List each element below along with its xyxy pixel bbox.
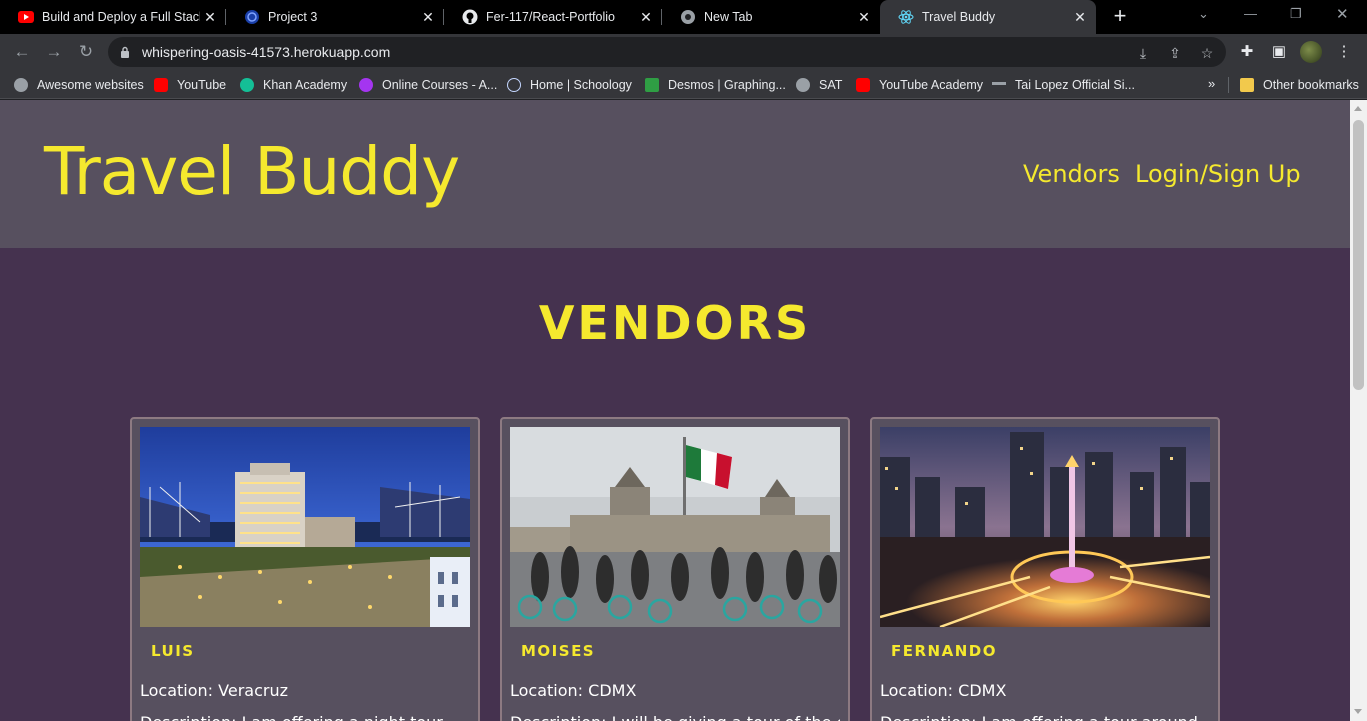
vendor-name: LUIS — [151, 642, 195, 660]
scroll-down-icon[interactable] — [1354, 709, 1362, 714]
tab-strip: Build and Deploy a Full Stack ✕ Project … — [0, 0, 1367, 34]
vendor-photo-cdmx-zocalo — [510, 427, 840, 627]
tab-new-tab[interactable]: New Tab ✕ — [662, 0, 880, 34]
bookmark-online-courses[interactable]: Online Courses - A... — [359, 76, 497, 94]
reload-icon[interactable]: ↻ — [76, 42, 96, 62]
page-viewport: Travel Buddy Vendors Login/Sign Up VENDO… — [0, 100, 1350, 721]
side-panel-icon[interactable]: ▣ — [1269, 42, 1289, 62]
tab-title: Build and Deploy a Full Stack — [42, 10, 200, 24]
url-text: whispering-oasis-41573.herokuapp.com — [142, 44, 391, 60]
bookmark-label: YouTube — [177, 78, 227, 92]
bookmark-awesome-websites[interactable]: Awesome websites — [14, 76, 144, 94]
bookmark-youtube[interactable]: YouTube — [154, 76, 226, 94]
vendor-card[interactable]: LUIS Location: Veracruz Description: I a… — [130, 417, 480, 721]
bookmark-label: Online Courses - A... — [382, 78, 498, 92]
globe-icon — [796, 78, 810, 92]
close-icon[interactable]: ✕ — [1070, 9, 1090, 26]
youtube-icon — [18, 9, 34, 25]
close-icon[interactable]: ✕ — [854, 9, 874, 26]
nav-vendors[interactable]: Vendors — [1023, 158, 1120, 190]
bookmark-khan-academy[interactable]: Khan Academy — [240, 76, 347, 94]
glasses-icon — [992, 82, 1006, 88]
globe-icon — [14, 78, 28, 92]
bookmark-star-icon[interactable]: ☆ — [1198, 44, 1216, 62]
vendor-description: Description: I am offering a tour around — [880, 713, 1210, 721]
scroll-up-icon[interactable] — [1354, 106, 1362, 111]
bookmark-label: Desmos | Graphing... — [668, 78, 786, 92]
bookmark-label: Awesome websites — [37, 78, 144, 92]
vendor-location: Location: CDMX — [510, 681, 637, 700]
youtube-icon — [154, 78, 168, 92]
tab-build-deploy[interactable]: Build and Deploy a Full Stack ✕ — [0, 0, 226, 34]
restore-icon[interactable]: ❐ — [1290, 6, 1302, 22]
tab-react-portfolio[interactable]: Fer-117/React-Portfolio ✕ — [444, 0, 662, 34]
chrome-icon — [680, 9, 696, 25]
tab-travel-buddy[interactable]: Travel Buddy ✕ — [880, 0, 1096, 34]
page-scrollbar[interactable] — [1350, 100, 1367, 721]
other-bookmarks-label: Other bookmarks — [1263, 78, 1359, 92]
menu-icon[interactable]: ⋮ — [1334, 42, 1354, 62]
bookmarks-divider — [1228, 77, 1229, 93]
tab-title: Travel Buddy — [922, 10, 996, 24]
back-icon[interactable]: ← — [12, 42, 32, 62]
vendor-description: Description: I am offering a night tour — [140, 713, 470, 721]
udemy-icon — [359, 78, 373, 92]
bookmark-sat[interactable]: SAT — [796, 76, 842, 94]
vendor-photo-veracruz — [140, 427, 470, 627]
github-icon — [462, 9, 478, 25]
extensions-icon[interactable]: ✚ — [1237, 42, 1257, 62]
tab-project-3[interactable]: Project 3 ✕ — [226, 0, 444, 34]
scrollbar-thumb[interactable] — [1353, 120, 1364, 390]
other-bookmarks-folder[interactable]: Other bookmarks — [1240, 76, 1359, 94]
vendor-description: Description: I will be giving a tour of … — [510, 713, 840, 721]
bookmark-label: SAT — [819, 78, 843, 92]
vendor-name: FERNANDO — [891, 642, 997, 660]
close-window-icon[interactable]: ✕ — [1336, 5, 1349, 23]
share-icon[interactable]: ⇪ — [1166, 44, 1184, 62]
folder-icon — [1240, 78, 1254, 92]
bookmark-label: Home | Schoology — [530, 78, 632, 92]
desmos-icon — [645, 78, 659, 92]
forward-icon[interactable]: → — [44, 42, 64, 62]
close-icon[interactable]: ✕ — [418, 9, 438, 26]
bookmark-desmos[interactable]: Desmos | Graphing... — [645, 76, 786, 94]
khan-academy-icon — [240, 78, 254, 92]
tab-title: Fer-117/React-Portfolio — [486, 10, 615, 24]
globe-icon — [244, 9, 260, 25]
vendor-location: Location: CDMX — [880, 681, 1007, 700]
schoology-icon — [507, 78, 521, 92]
close-icon[interactable]: ✕ — [636, 9, 656, 26]
lock-icon — [120, 45, 130, 58]
youtube-icon — [856, 78, 870, 92]
page-title: VENDORS — [538, 296, 812, 350]
site-brand[interactable]: Travel Buddy — [44, 132, 460, 212]
bookmark-label: Tai Lopez Official Si... — [1015, 78, 1135, 92]
bookmark-schoology[interactable]: Home | Schoology — [507, 76, 632, 94]
bookmarks-bar: Awesome websites YouTube Khan Academy On… — [0, 71, 1367, 99]
bookmarks-overflow-button[interactable]: » — [1208, 76, 1215, 91]
vendor-photo-cdmx-angel — [880, 427, 1210, 627]
bookmark-youtube-academy[interactable]: YouTube Academy — [856, 76, 983, 94]
vendor-card[interactable]: MOISES Location: CDMX Description: I wil… — [500, 417, 850, 721]
bookmark-label: Khan Academy — [263, 78, 348, 92]
vendor-card[interactable]: FERNANDO Location: CDMX Description: I a… — [870, 417, 1220, 721]
react-icon — [898, 9, 914, 25]
browser-toolbar: ← → ↻ whispering-oasis-41573.herokuapp.c… — [0, 34, 1367, 71]
avatar[interactable] — [1300, 41, 1322, 63]
bookmark-tai-lopez[interactable]: Tai Lopez Official Si... — [992, 76, 1135, 94]
install-icon[interactable]: ⤓ — [1134, 44, 1152, 62]
nav-login-signup[interactable]: Login/Sign Up — [1135, 158, 1301, 190]
bookmark-label: YouTube Academy — [879, 78, 984, 92]
tab-title: Project 3 — [268, 10, 318, 24]
vendor-location: Location: Veracruz — [140, 681, 288, 700]
tab-title: New Tab — [704, 10, 753, 24]
address-bar[interactable]: whispering-oasis-41573.herokuapp.com ⤓ ⇪… — [108, 37, 1226, 67]
tab-search-icon[interactable]: ⌄ — [1198, 6, 1209, 22]
site-header: Travel Buddy Vendors Login/Sign Up — [0, 100, 1350, 248]
vendor-name: MOISES — [521, 642, 596, 660]
new-tab-button[interactable]: + — [1108, 5, 1132, 29]
minimize-icon[interactable]: — — [1244, 6, 1257, 21]
close-icon[interactable]: ✕ — [200, 9, 220, 26]
